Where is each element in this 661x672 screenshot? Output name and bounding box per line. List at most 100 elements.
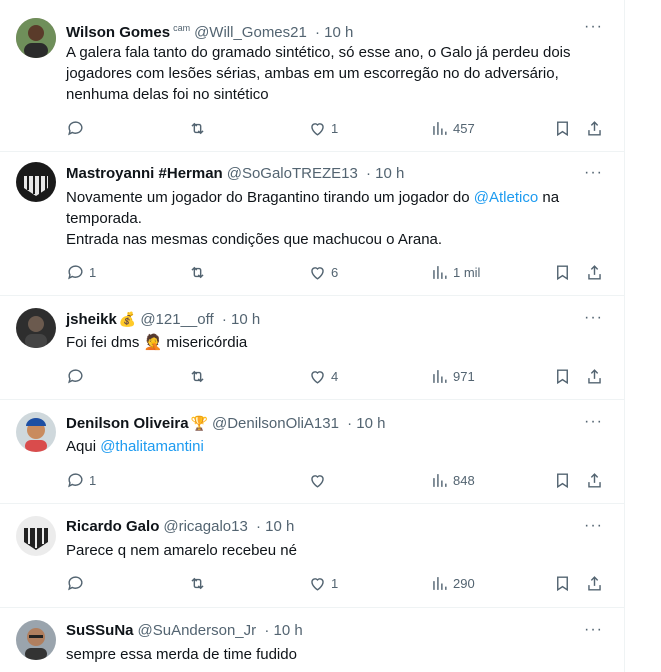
name-badge: cam [173,23,191,33]
more-icon[interactable]: ··· [584,18,603,36]
reply-button[interactable]: 1 [66,468,96,492]
more-icon[interactable]: ··· [584,621,603,639]
like-button[interactable]: 6 [308,260,338,284]
timestamp[interactable]: · 10 h [347,415,385,432]
views-button[interactable]: 848 [430,468,475,492]
user-handle[interactable]: @Will_Gomes21 [194,24,307,41]
share-button[interactable] [585,260,604,284]
bookmark-button[interactable] [553,116,572,140]
reply-icon [68,264,83,279]
like-button[interactable] [308,468,331,492]
tweet-header: Denilson Oliveira 🏆 @DenilsonOliA131 · 10 … [66,413,385,434]
views-button[interactable]: 457 [430,116,475,140]
display-name[interactable]: Denilson Oliveira [66,415,189,432]
tweet-header: Ricardo Galo @ricagalo13 · 10 h [66,517,294,537]
timestamp[interactable]: · 10 h [256,518,294,535]
user-handle[interactable]: @DenilsonOliA131 [212,415,339,432]
share-icon [588,120,601,136]
timestamp[interactable]: · 10 h [264,622,302,639]
user-handle[interactable]: @ricagalo13 [163,518,247,535]
more-icon[interactable]: ··· [584,164,603,182]
user-handle[interactable]: @SoGaloTREZE13 [227,165,358,182]
avatar[interactable] [16,162,56,202]
views-icon [433,369,447,383]
tweet-header: Wilson Gomes cam @Will_Gomes21 · 10 h [66,18,353,43]
user-handle[interactable]: @SuAnderson_Jr [138,622,257,639]
tweet-text: A galera fala tanto do gramado sintético… [66,42,614,105]
reply-icon [68,120,83,135]
reply-count: 1 [89,264,97,280]
share-button[interactable] [585,116,604,140]
views-button[interactable]: 1 mil [430,260,480,284]
mention-link[interactable]: @thalitamantini [100,438,204,455]
share-icon [588,368,601,384]
like-count: 1 [331,575,339,591]
tweet-text: Aqui @thalitamantini [66,436,614,457]
reply-count: 1 [89,472,97,488]
avatar[interactable] [16,516,56,556]
tweet-text-line: jogadores com lesões sérias, ambas em um… [66,65,559,82]
tweet-actions: 1 290 [60,571,620,595]
like-button[interactable]: 1 [308,571,338,595]
avatar[interactable] [16,620,56,660]
tweet-text-segment: Novamente um jogador do Bragantino tiran… [66,189,470,206]
avatar[interactable] [16,18,56,58]
tweet-actions: 1 6 1 mil [60,260,620,284]
bookmark-button[interactable] [553,468,572,492]
views-icon [433,576,447,590]
views-icon [433,121,447,135]
display-name[interactable]: Ricardo Galo [66,518,159,535]
display-name[interactable]: Mastroyanni #Herman [66,165,223,182]
tweet[interactable]: SuSSuNa @SuAnderson_Jr · 10 h ··· sempre … [0,608,625,672]
retweet-button[interactable] [188,260,211,284]
tweet[interactable]: Mastroyanni #Herman @SoGaloTREZE13 · 10 h… [0,152,625,296]
views-button[interactable]: 290 [430,571,475,595]
avatar[interactable] [16,308,56,348]
more-icon[interactable]: ··· [584,413,603,431]
views-button[interactable]: 971 [430,364,475,388]
reply-button[interactable] [66,116,89,140]
tweet[interactable]: jsheikk 💰 @121__off · 10 h ··· Foi fei dms… [0,296,625,400]
like-icon [311,370,324,384]
tweet-text-line: Parece q nem amarelo recebeu né [66,542,297,559]
user-handle[interactable]: @121__off [140,311,213,328]
retweet-button[interactable] [188,364,211,388]
bookmark-button[interactable] [553,571,572,595]
more-icon[interactable]: ··· [584,517,603,535]
reply-button[interactable]: 1 [66,260,96,284]
bookmark-button[interactable] [553,364,572,388]
like-button[interactable]: 1 [308,116,338,140]
tweet[interactable]: Denilson Oliveira 🏆 @DenilsonOliA131 · 10 … [0,400,625,504]
display-name[interactable]: jsheikk [66,311,117,328]
tweet-actions: 1 457 [60,116,620,140]
reply-icon [68,472,83,487]
tweet-text: Novamente um jogador do Bragantino tiran… [66,187,614,250]
share-button[interactable] [585,468,604,492]
like-icon [311,122,324,136]
share-button[interactable] [585,571,604,595]
retweet-icon [191,370,204,382]
timestamp[interactable]: · 10 h [366,165,404,182]
reply-button[interactable] [66,571,89,595]
bookmark-icon [557,575,568,591]
views-count: 971 [453,368,475,384]
reply-button[interactable] [66,364,89,388]
avatar[interactable] [16,412,56,452]
tweet[interactable]: Ricardo Galo @ricagalo13 · 10 h ··· Parec… [0,504,625,608]
tweet-text-line: Aqui @thalitamantini [66,436,614,457]
retweet-button[interactable] [188,571,211,595]
tweet-text-line: A galera fala tanto do gramado sintético… [66,44,571,61]
bookmark-button[interactable] [553,260,572,284]
display-name[interactable]: Wilson Gomes [66,24,170,41]
display-name[interactable]: SuSSuNa [66,622,134,639]
timestamp[interactable]: · 10 h [222,311,260,328]
tweet-text-segment: Aqui [66,438,101,455]
timestamp[interactable]: · 10 h [315,24,353,41]
mention-link[interactable]: @Atletico [474,189,538,206]
tweet[interactable]: Wilson Gomes cam @Will_Gomes21 · 10 h ··· … [0,0,625,152]
retweet-icon [191,266,204,278]
retweet-button[interactable] [188,116,211,140]
like-button[interactable]: 4 [308,364,338,388]
more-icon[interactable]: ··· [584,309,603,327]
share-button[interactable] [585,364,604,388]
